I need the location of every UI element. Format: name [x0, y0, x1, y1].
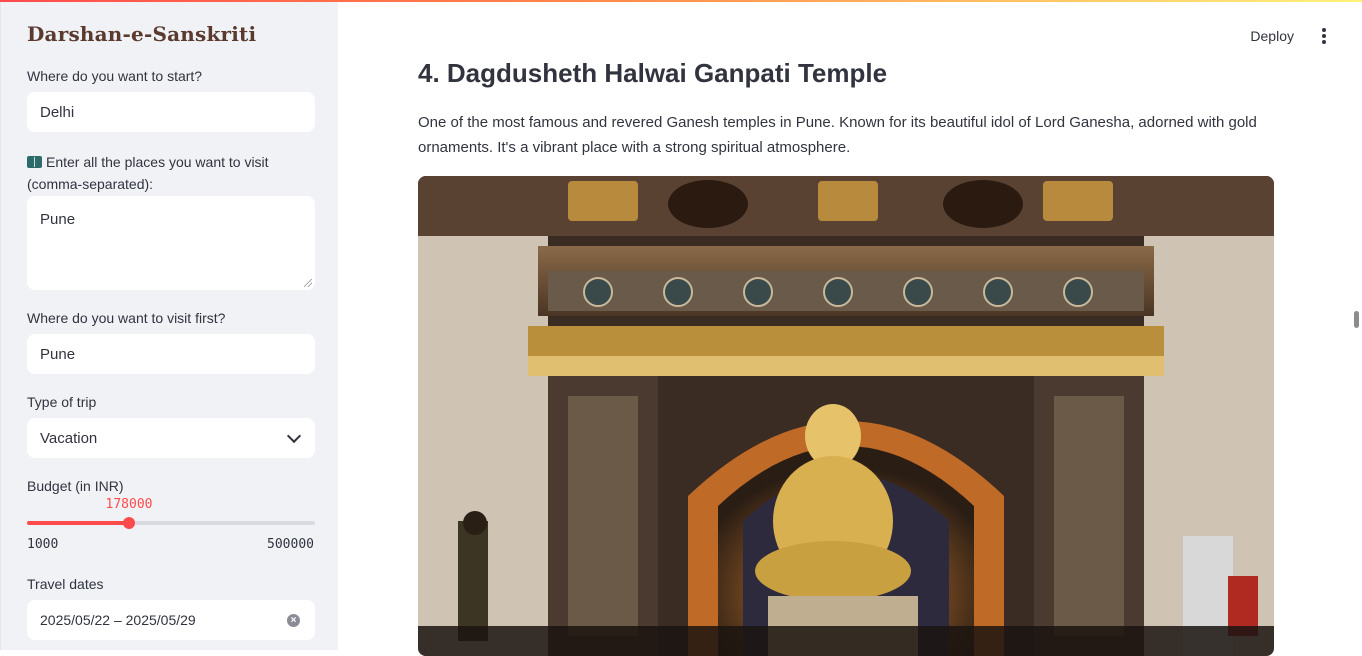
app-title: Darshan-e-Sanskriti [27, 22, 257, 46]
deploy-button[interactable]: Deploy [1250, 28, 1294, 44]
budget-slider[interactable] [27, 517, 315, 529]
first-visit-label: Where do you want to visit first? [27, 310, 226, 326]
budget-slider-fill [27, 521, 129, 525]
book-icon [27, 156, 42, 168]
start-input-value: Delhi [40, 103, 75, 121]
page-scrollbar[interactable] [1354, 311, 1359, 328]
places-textarea[interactable]: Pune [27, 196, 315, 290]
temple-illustration [418, 176, 1274, 656]
travel-dates-value: 2025/05/22 – 2025/05/29 [40, 612, 196, 628]
main-content: Deploy 4. Dagdusheth Halwai Ganpati Temp… [339, 0, 1360, 656]
budget-slider-value: 178000 [105, 497, 153, 512]
places-textarea-value: Pune [40, 211, 76, 228]
temple-image [418, 176, 1274, 656]
first-visit-input[interactable]: Pune [27, 334, 315, 374]
travel-dates-input[interactable]: 2025/05/22 – 2025/05/29 × [27, 600, 315, 640]
clear-icon[interactable]: × [287, 614, 300, 627]
temple-description: One of the most famous and revered Ganes… [418, 114, 1257, 156]
places-label: Enter all the places you want to visit (… [27, 151, 319, 195]
trip-type-value: Vacation [40, 429, 98, 447]
page-title: 4. Dagdusheth Halwai Ganpati Temple [418, 58, 888, 88]
start-label: Where do you want to start? [27, 68, 203, 84]
top-decoration-bar [0, 0, 1362, 2]
sidebar: Darshan-e-Sanskriti Where do you want to… [0, 0, 338, 650]
kebab-menu-icon[interactable] [1322, 28, 1326, 44]
first-visit-value: Pune [40, 345, 76, 363]
places-label-text: Enter all the places you want to visit (… [27, 154, 269, 192]
resize-handle-icon[interactable] [304, 279, 312, 287]
budget-label: Budget (in INR) [27, 478, 124, 494]
budget-slider-thumb[interactable] [123, 517, 135, 529]
budget-max: 500000 [267, 537, 314, 552]
travel-dates-label: Travel dates [27, 576, 104, 592]
chevron-down-icon [286, 428, 302, 444]
start-input[interactable]: Delhi [27, 92, 315, 132]
trip-type-label: Type of trip [27, 394, 97, 410]
trip-type-select[interactable]: Vacation [27, 418, 315, 458]
budget-min: 1000 [27, 537, 59, 552]
